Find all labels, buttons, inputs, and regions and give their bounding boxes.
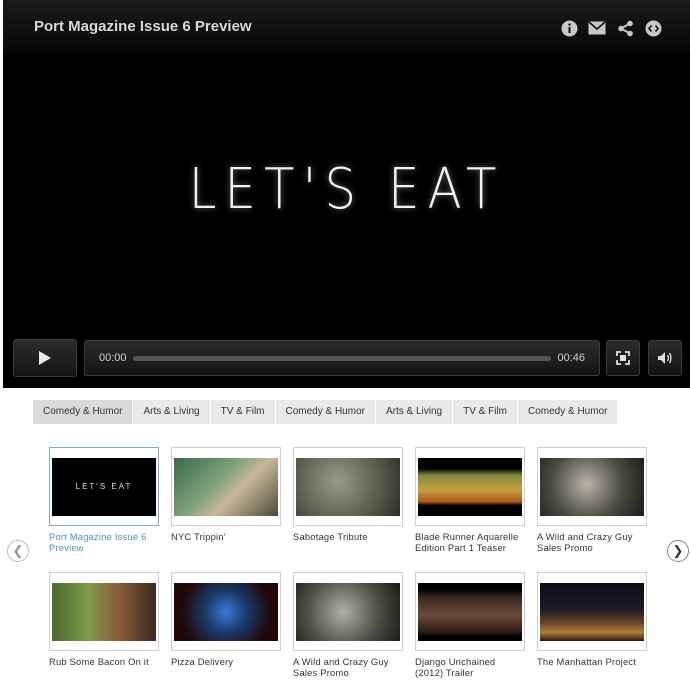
category-tabs: Comedy & Humor Arts & Living TV & Film C… <box>33 400 619 424</box>
volume-button[interactable] <box>648 340 682 376</box>
video-player[interactable]: Port Magazine Issue 6 Preview LET'S EAT … <box>3 0 690 388</box>
video-card-label[interactable]: Django Unchained (2012) Trailer <box>415 656 525 678</box>
player-actions <box>560 19 662 37</box>
video-thumbnail[interactable] <box>171 572 281 651</box>
email-icon[interactable] <box>588 19 606 37</box>
video-card[interactable]: Sabotage Tribute <box>293 447 403 542</box>
thumbnail-image <box>296 457 400 516</box>
info-icon[interactable] <box>560 19 578 37</box>
video-card[interactable]: Pizza Delivery <box>171 572 281 667</box>
video-card[interactable]: A Wild and Crazy Guy Sales Promo <box>537 447 647 553</box>
video-thumbnail[interactable] <box>537 572 647 651</box>
play-icon <box>39 351 51 365</box>
video-card-label[interactable]: Port Magazine Issue 6 Preview <box>49 531 159 553</box>
video-thumbnail[interactable]: LET'S EAT <box>49 447 159 526</box>
video-card[interactable]: Blade Runner Aquarelle Edition Part 1 Te… <box>415 447 525 553</box>
fullscreen-icon <box>616 351 630 365</box>
fullscreen-button[interactable] <box>606 340 640 376</box>
speaker-icon <box>658 352 672 364</box>
video-thumbnail[interactable] <box>415 572 525 651</box>
tab-comedy-humor[interactable]: Comedy & Humor <box>276 400 376 424</box>
thumbnail-image <box>174 582 278 641</box>
video-card-label[interactable]: Rub Some Bacon On it <box>49 656 159 667</box>
thumbnail-image <box>52 582 156 641</box>
video-card[interactable]: NYC Trippin' <box>171 447 281 542</box>
thumbnail-image <box>296 582 400 641</box>
tab-comedy-humor[interactable]: Comedy & Humor <box>33 400 134 424</box>
video-thumbnail[interactable] <box>293 572 403 651</box>
video-card-label[interactable]: A Wild and Crazy Guy Sales Promo <box>537 531 647 553</box>
video-card[interactable]: LET'S EAT Port Magazine Issue 6 Preview <box>49 447 159 553</box>
video-card[interactable]: Django Unchained (2012) Trailer <box>415 572 525 678</box>
video-title: Port Magazine Issue 6 Preview <box>34 18 252 35</box>
video-card-label[interactable]: Blade Runner Aquarelle Edition Part 1 Te… <box>415 531 525 553</box>
previous-button[interactable]: ❮ <box>7 540 29 562</box>
thumbnail-image <box>418 582 522 641</box>
video-card[interactable]: A Wild and Crazy Guy Sales Promo <box>293 572 403 678</box>
video-frame-text: LET'S EAT <box>188 156 505 222</box>
video-card-label[interactable]: A Wild and Crazy Guy Sales Promo <box>293 656 403 678</box>
tab-arts-living[interactable]: Arts & Living <box>376 400 454 424</box>
thumbnail-image <box>540 457 644 516</box>
chevron-right-icon: ❯ <box>672 543 684 558</box>
tab-tv-film[interactable]: TV & Film <box>453 400 518 424</box>
video-thumbnail[interactable] <box>171 447 281 526</box>
current-time: 00:00 <box>99 352 127 364</box>
next-button[interactable]: ❯ <box>667 540 689 562</box>
video-card[interactable]: Rub Some Bacon On it <box>49 572 159 667</box>
thumbnail-image <box>540 582 644 641</box>
tab-comedy-humor[interactable]: Comedy & Humor <box>518 400 619 424</box>
player-title-bar: Port Magazine Issue 6 Preview <box>3 0 690 55</box>
control-bar: 00:00 00:46 <box>3 335 690 388</box>
video-card[interactable]: The Manhattan Project <box>537 572 647 667</box>
chevron-left-icon: ❮ <box>12 543 24 558</box>
video-card-label[interactable]: The Manhattan Project <box>537 656 647 667</box>
play-button[interactable] <box>13 339 77 377</box>
thumbnail-image <box>418 457 522 516</box>
thumbnail-image <box>174 457 278 516</box>
video-thumbnail[interactable] <box>415 447 525 526</box>
tab-tv-film[interactable]: TV & Film <box>211 400 276 424</box>
embed-icon[interactable] <box>644 19 662 37</box>
video-card-label[interactable]: Sabotage Tribute <box>293 531 403 542</box>
tab-arts-living[interactable]: Arts & Living <box>133 400 211 424</box>
thumbnail-image: LET'S EAT <box>52 457 156 516</box>
share-icon[interactable] <box>616 19 634 37</box>
video-card-label[interactable]: NYC Trippin' <box>171 531 281 542</box>
video-thumbnail[interactable] <box>293 447 403 526</box>
duration: 00:46 <box>557 352 585 364</box>
video-card-label[interactable]: Pizza Delivery <box>171 656 281 667</box>
video-thumbnail[interactable] <box>537 447 647 526</box>
seek-bar[interactable]: 00:00 00:46 <box>84 340 600 376</box>
progress-track[interactable] <box>133 356 551 361</box>
video-thumbnail[interactable] <box>49 572 159 651</box>
